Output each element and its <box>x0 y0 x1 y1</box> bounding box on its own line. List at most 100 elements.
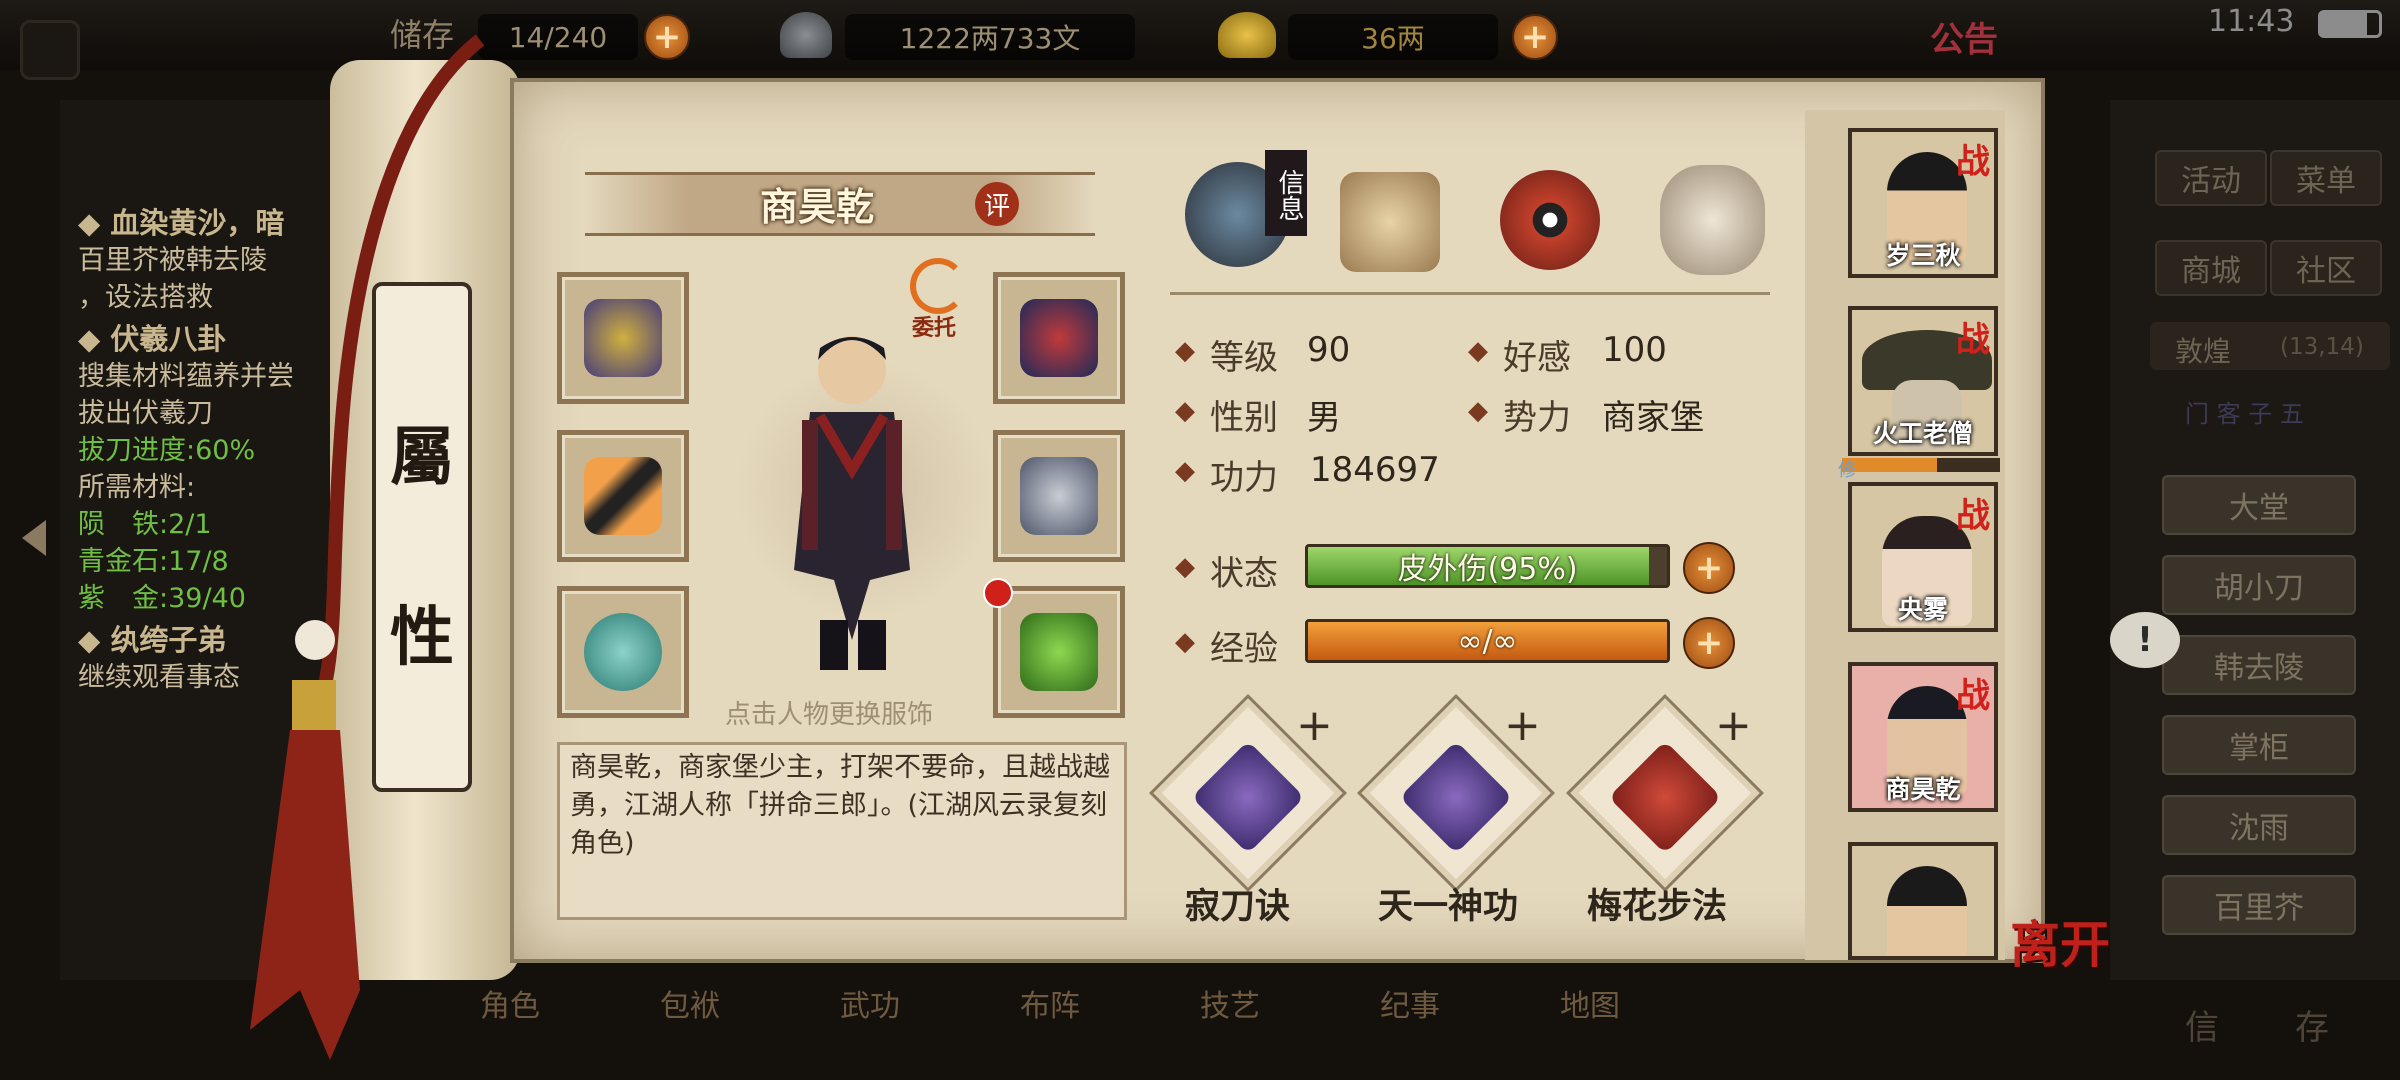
collapse-arrow-icon[interactable] <box>22 520 46 556</box>
character-description: 商昊乾，商家堡少主，打架不要命，且越战越勇，江湖人称「拼命三郎」。(江湖风云录复… <box>570 752 1110 859</box>
diamond-icon: ◆ <box>1175 627 1195 657</box>
back-button[interactable] <box>20 20 80 80</box>
location-name: 敦煌 <box>2175 335 2232 368</box>
equip-slot-glove[interactable] <box>557 272 689 404</box>
party-member-name: 岁三秋 <box>1885 241 1961 270</box>
divider <box>1170 292 1770 295</box>
diamond-icon: ◆ <box>1175 456 1195 486</box>
diamond-icon: ◆ <box>1468 396 1488 426</box>
armor-icon <box>1020 457 1098 535</box>
gender-label: 性别 <box>1210 398 1278 438</box>
clock: 11:43 <box>2208 4 2295 39</box>
status-text: 皮外伤(95%) <box>1397 552 1578 587</box>
gauntlet-icon <box>584 299 662 377</box>
book-icon <box>1608 740 1722 854</box>
equip-slot-armor[interactable] <box>993 430 1125 562</box>
tab-bag[interactable]: 包袱 <box>660 990 720 1024</box>
level-label: 等级 <box>1210 338 1278 378</box>
party-member[interactable]: 战 岁三秋 <box>1848 128 1998 278</box>
party-member-name: 商昊乾 <box>1885 775 1961 804</box>
bottom-nav: 角色 包袱 武功 布阵 技艺 纪事 地图 <box>480 990 1620 1024</box>
silver-ingot-icon <box>780 12 832 58</box>
gold-display: 36两 <box>1288 14 1498 60</box>
dialogue-bubble-icon[interactable]: ! <box>2110 612 2180 668</box>
ring-icon <box>584 613 662 691</box>
cultivation-label: 修 <box>1838 460 1856 481</box>
location-coords: (13,14) <box>2280 334 2364 360</box>
npc-item[interactable]: 沈雨 <box>2162 795 2356 855</box>
equip-slot-accessory[interactable] <box>993 586 1125 718</box>
meridian-body-icon[interactable] <box>1660 165 1765 275</box>
blade-icon <box>584 457 662 535</box>
equip-slot-ring[interactable] <box>557 586 689 718</box>
announcement-button[interactable]: 公告 <box>1930 12 1998 61</box>
battery-icon <box>2318 10 2382 38</box>
skill-add-icon[interactable]: + <box>1715 700 1752 751</box>
avatar <box>1887 866 1967 956</box>
tassel-icon <box>250 34 485 1060</box>
npc-item[interactable]: 掌柜 <box>2162 715 2356 775</box>
cultivation-bar <box>1842 458 2000 472</box>
faction-value: 商家堡 <box>1602 398 1704 438</box>
storage-add-button[interactable]: + <box>644 14 690 60</box>
exp-text: ∞/∞ <box>1457 623 1518 659</box>
gold-ingot-icon <box>1218 12 1276 58</box>
party-member[interactable] <box>1848 842 1998 960</box>
npc-item[interactable]: 韩去陵 <box>2162 635 2356 695</box>
status-bar: 皮外伤(95%) <box>1305 544 1670 588</box>
rate-button[interactable]: 评 <box>975 182 1019 226</box>
bagua-icon[interactable] <box>1500 170 1600 270</box>
gold-add-button[interactable]: + <box>1512 14 1558 60</box>
tab-skills[interactable]: 技艺 <box>1200 990 1260 1024</box>
skill-name: 寂刀诀 <box>1185 887 1291 927</box>
menu-button[interactable]: 菜单 <box>2270 150 2382 206</box>
npc-item[interactable]: 胡小刀 <box>2162 555 2356 615</box>
skill-add-icon[interactable]: + <box>1296 700 1333 751</box>
character-name: 商昊乾 <box>760 185 875 229</box>
party-member-name: 火工老僧 <box>1872 419 1973 448</box>
character-figure[interactable] <box>760 320 940 680</box>
shop-button[interactable]: 商城 <box>2155 240 2267 296</box>
war-badge: 战 <box>1956 142 1990 182</box>
npc-item[interactable]: 百里芥 <box>2162 875 2356 935</box>
info-tab-label[interactable]: 信息 <box>1265 150 1307 236</box>
party-member[interactable]: 战 火工老僧 <box>1848 306 1998 456</box>
status-add-button[interactable]: + <box>1683 542 1735 594</box>
diamond-icon: ◆ <box>1468 336 1488 366</box>
faction-label: 势力 <box>1503 398 1571 438</box>
letter-button[interactable]: 信 <box>2185 1000 2219 1049</box>
npc-item[interactable]: 大堂 <box>2162 475 2356 535</box>
affinity-label: 好感 <box>1503 338 1571 378</box>
community-button[interactable]: 社区 <box>2270 240 2382 296</box>
headband-icon <box>1020 299 1098 377</box>
leave-button[interactable]: 离开 <box>2010 905 2110 977</box>
exp-label: 经验 <box>1210 629 1278 669</box>
party-member-selected[interactable]: 战 商昊乾 <box>1848 662 1998 812</box>
equip-slot-weapon[interactable] <box>557 430 689 562</box>
war-badge: 战 <box>1956 676 1990 716</box>
delegate-icon[interactable] <box>910 258 966 314</box>
description-box: 商昊乾，商家堡少主，打架不要命，且越战越勇，江湖人称「拼命三郎」。(江湖风云录复… <box>557 742 1127 920</box>
scroll-item-icon <box>1191 740 1305 854</box>
skill-add-icon[interactable]: + <box>1504 700 1541 751</box>
money-display: 1222两733文 <box>845 14 1135 60</box>
notification-dot <box>983 578 1013 608</box>
tab-map[interactable]: 地图 <box>1560 990 1620 1024</box>
equip-slot-head[interactable] <box>993 272 1125 404</box>
tab-chronicle[interactable]: 纪事 <box>1380 990 1440 1024</box>
exp-bar: ∞/∞ <box>1305 619 1670 663</box>
affinity-value: 100 <box>1602 330 1667 370</box>
save-button[interactable]: 存 <box>2295 1000 2329 1049</box>
exp-add-button[interactable]: + <box>1683 617 1735 669</box>
outfit-hint: 点击人物更换服饰 <box>725 700 934 730</box>
status-label: 状态 <box>1210 554 1278 594</box>
bell-icon <box>1020 613 1098 691</box>
party-member[interactable]: 战 央雾 <box>1848 482 1998 632</box>
scroll-letter-icon[interactable] <box>1340 172 1440 272</box>
diamond-icon: ◆ <box>1175 396 1195 426</box>
diamond-icon: ◆ <box>1175 336 1195 366</box>
tab-formation[interactable]: 布阵 <box>1020 990 1080 1024</box>
tab-martial[interactable]: 武功 <box>840 990 900 1024</box>
activity-button[interactable]: 活动 <box>2155 150 2267 206</box>
power-label: 功力 <box>1210 458 1278 498</box>
